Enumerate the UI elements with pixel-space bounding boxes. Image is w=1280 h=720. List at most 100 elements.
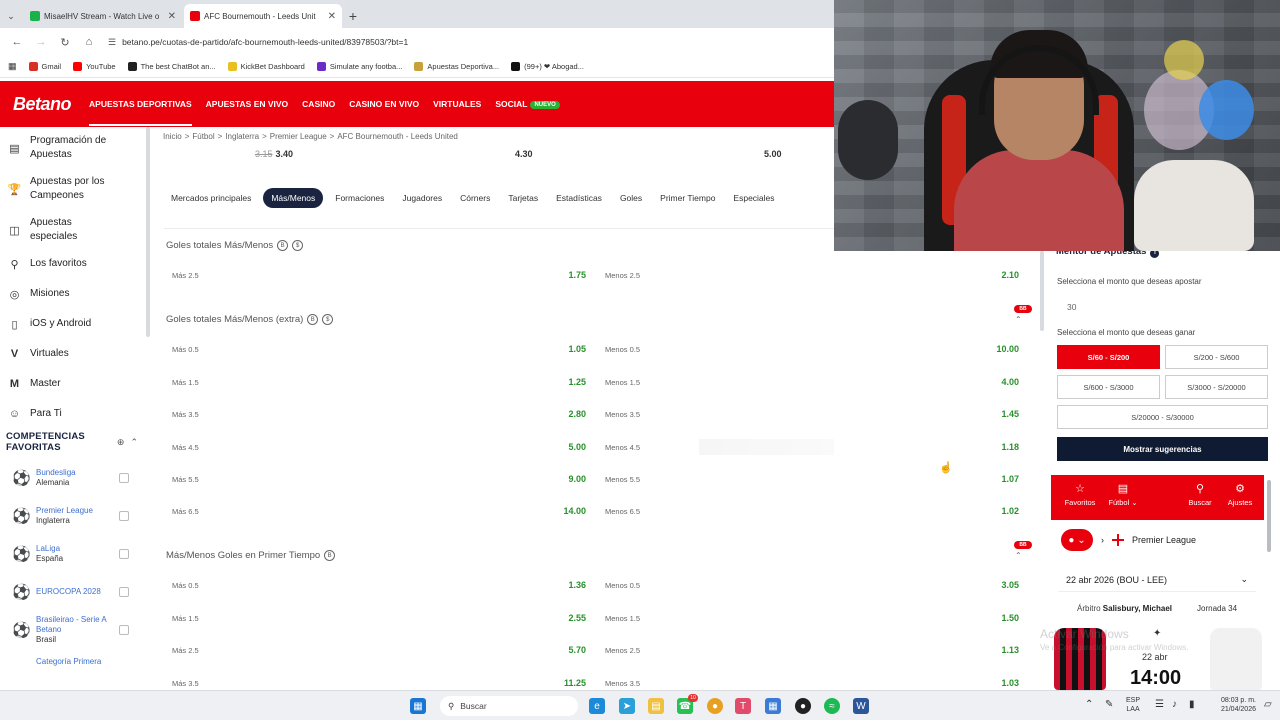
pen-icon[interactable]: ✎	[1105, 699, 1113, 710]
apps-icon[interactable]: ▦	[8, 61, 17, 72]
odd-button[interactable]: 1.18	[982, 442, 1019, 452]
competition-item[interactable]: ⚽ EUROCOPA 2028	[0, 573, 150, 611]
bookmark-kickbet[interactable]: KickBet Dashboard	[227, 62, 305, 71]
tab-mercados-principales[interactable]: Mercados principales	[171, 193, 251, 203]
sport-select-icon[interactable]: ● ⌄	[1061, 529, 1093, 551]
range-button[interactable]: S/600 - S/3000	[1057, 375, 1160, 399]
telegram-icon[interactable]: ➤	[619, 698, 635, 714]
chrome-icon[interactable]: ●	[707, 698, 723, 714]
odd-button[interactable]: 3.05	[982, 580, 1019, 590]
market-title[interactable]: Goles totales Más/Menos (extra) B $	[166, 314, 334, 325]
competition-item[interactable]: ⚽ Premier League Inglaterra	[0, 497, 150, 535]
odds-away[interactable]: 5.00	[764, 149, 782, 159]
odd-button[interactable]: 10.00	[982, 344, 1019, 354]
odds-draw[interactable]: 4.30	[515, 149, 533, 159]
show-suggestions-button[interactable]: Mostrar sugerencias	[1057, 437, 1268, 461]
odd-button[interactable]: 5.00	[552, 442, 586, 452]
network-icon[interactable]: ☰	[1155, 699, 1164, 710]
calculator-icon[interactable]: ▦	[765, 698, 781, 714]
nav-apuestas-deportivas[interactable]: APUESTAS DEPORTIVAS	[89, 99, 192, 126]
sidebar-item-ios-android[interactable]: ▯ iOS y Android	[0, 317, 150, 331]
volume-icon[interactable]: ♪	[1172, 699, 1177, 710]
spotify-icon[interactable]: ≈	[824, 698, 840, 714]
odd-button[interactable]: 1.03	[982, 678, 1019, 688]
nav-futbol[interactable]: ▤ Fútbol ⌄	[1103, 482, 1143, 507]
nav-social[interactable]: SOCIAL NUEVO	[495, 99, 560, 109]
new-tab-icon[interactable]: +	[342, 4, 364, 28]
odd-button[interactable]: 1.36	[552, 580, 586, 590]
browser-tab[interactable]: MisaelHV Stream - Watch Live o ✕	[24, 4, 182, 28]
bookmark-apuestas[interactable]: Apuestas Deportiva...	[414, 62, 499, 71]
odd-button[interactable]: 1.05	[552, 344, 586, 354]
odd-button[interactable]: 5.70	[552, 645, 586, 655]
favorite-checkbox[interactable]	[119, 473, 129, 483]
tab-especiales[interactable]: Especiales	[733, 193, 774, 203]
obs-icon[interactable]: ●	[795, 698, 811, 714]
sidebar-item-programacion[interactable]: ▤ Programación de Apuestas	[0, 134, 150, 162]
range-button[interactable]: S/20000 - S/30000	[1057, 405, 1268, 429]
pin-icon[interactable]: ✦	[1153, 628, 1161, 639]
nav-ajustes[interactable]: ⚙ Ajustes	[1223, 482, 1257, 507]
typora-icon[interactable]: T	[735, 698, 751, 714]
tab-goles[interactable]: Goles	[620, 193, 642, 203]
sidebar-item-misiones[interactable]: ◎ Misiones	[0, 287, 150, 301]
odd-button[interactable]: 1.02	[982, 506, 1019, 516]
collapse-market-icon[interactable]: ⌃	[1015, 551, 1022, 560]
clock[interactable]: 08:03 p. m. 21/04/2026	[1206, 696, 1256, 714]
odd-button[interactable]: 2.55	[552, 613, 586, 623]
market-title[interactable]: Goles totales Más/Menos B $	[166, 240, 304, 251]
sidebar-item-virtuales[interactable]: V Virtuales	[0, 347, 150, 361]
favorite-checkbox[interactable]	[119, 511, 129, 521]
nav-buscar[interactable]: ⚲ Buscar	[1183, 482, 1217, 507]
odd-button[interactable]: 1.13	[982, 645, 1019, 655]
sidebar-item-favoritos[interactable]: ⚲ Los favoritos	[0, 257, 150, 271]
odd-button[interactable]: 1.75	[552, 270, 586, 280]
nav-apuestas-en-vivo[interactable]: APUESTAS EN VIVO	[206, 99, 289, 109]
bookmark-gmail[interactable]: Gmail	[28, 62, 61, 71]
reload-icon[interactable]: ↻	[54, 31, 76, 53]
file-explorer-icon[interactable]: ▤	[648, 698, 664, 714]
match-date-select[interactable]: 22 abr 2026 (BOU - LEE) ⌄	[1058, 568, 1256, 592]
tab-primer-tiempo[interactable]: Primer Tiempo	[660, 193, 715, 203]
notifications-icon[interactable]: ▱	[1264, 699, 1272, 710]
bet-amount-input[interactable]: 30	[1057, 296, 1267, 318]
betano-logo[interactable]: Betano	[13, 94, 72, 115]
odd-button[interactable]: 1.45	[982, 409, 1019, 419]
favorite-checkbox[interactable]	[119, 587, 129, 597]
nav-virtuales[interactable]: VIRTUALES	[433, 99, 481, 109]
odd-button[interactable]: 4.00	[982, 377, 1019, 387]
bookmark-youtube[interactable]: YouTube	[73, 62, 116, 71]
odd-button[interactable]: 9.00	[552, 474, 586, 484]
odd-button[interactable]: 2.10	[982, 270, 1019, 280]
breadcrumb-item[interactable]: Inglaterra	[225, 132, 259, 141]
odd-button[interactable]: 1.07	[982, 474, 1019, 484]
range-button[interactable]: S/60 - S/200	[1057, 345, 1160, 369]
language-indicator[interactable]: ESP LAA	[1126, 696, 1140, 714]
market-title[interactable]: Más/Menos Goles en Primer Tiempo B	[166, 550, 336, 561]
tab-search-icon[interactable]: ⌄	[0, 4, 22, 28]
odd-button[interactable]: 2.80	[552, 409, 586, 419]
bookmark-chatbot[interactable]: The best ChatBot an...	[127, 62, 216, 71]
favorite-checkbox[interactable]	[119, 625, 129, 635]
collapse-market-icon[interactable]: ⌃	[1015, 315, 1022, 324]
bookmark-tiktok[interactable]: (99+) ❤ Abogad...	[511, 62, 584, 71]
close-tab-icon[interactable]: ✕	[168, 11, 176, 22]
competition-item[interactable]: ⚽ Bundesliga Alemania	[0, 459, 150, 497]
forward-icon[interactable]: →	[30, 31, 52, 53]
browser-tab-active[interactable]: AFC Bournemouth - Leeds Unit ✕	[184, 4, 342, 28]
home-icon[interactable]: ⌂	[78, 31, 100, 53]
odds-home[interactable]: 3.15 3.40	[255, 149, 293, 159]
odd-button[interactable]: 11.25	[552, 678, 586, 688]
tab-estadisticas[interactable]: Estadísticas	[556, 193, 602, 203]
taskbar-search[interactable]: ⚲ Buscar	[440, 696, 578, 716]
odd-button[interactable]: 14.00	[552, 506, 586, 516]
sidebar-item-para-ti[interactable]: ☺ Para Ti	[0, 407, 150, 421]
breadcrumb-item[interactable]: Premier League	[270, 132, 327, 141]
chevron-up-icon[interactable]: ⌃	[1085, 699, 1093, 710]
collapse-icon[interactable]: ⌃	[130, 437, 138, 448]
site-info-icon[interactable]: ☰	[108, 37, 116, 48]
edge-icon[interactable]: e	[589, 698, 605, 714]
windows-start-icon[interactable]: ▦	[410, 698, 426, 714]
competition-item[interactable]: Categoría Primera	[0, 649, 150, 687]
odd-button[interactable]: 1.25	[552, 377, 586, 387]
